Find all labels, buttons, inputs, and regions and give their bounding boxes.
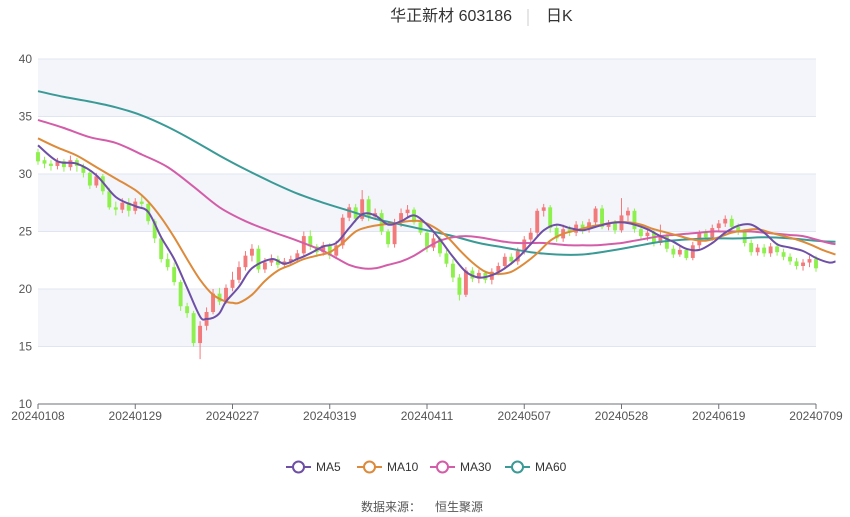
candle-body-up xyxy=(677,249,682,255)
x-axis: 20240108 20240129 20240227 20240319 20240411… xyxy=(11,403,843,423)
candle-body-down xyxy=(49,163,53,166)
candle-body-down xyxy=(36,152,40,162)
candle-body-down xyxy=(42,160,47,164)
candle-body-up xyxy=(768,246,773,254)
candle-body-up xyxy=(250,248,254,256)
x-tick-label: 20240319 xyxy=(303,409,357,423)
candle-body-down xyxy=(107,191,112,208)
candle-body-down xyxy=(639,229,643,237)
candle-body-down xyxy=(781,252,786,257)
legend-ma60-label: MA60 xyxy=(535,460,567,474)
legend-ma60-marker xyxy=(511,460,524,474)
legend-ma5-label: MA5 xyxy=(316,460,341,474)
candle-body-down xyxy=(762,247,767,254)
x-tick-label: 20240619 xyxy=(692,409,746,423)
source-label: 数据来源： xyxy=(361,499,421,514)
x-tick-label: 20240709 xyxy=(789,409,843,423)
candle-body-down xyxy=(191,313,196,344)
y-tick-label: 35 xyxy=(19,110,33,124)
candle-body-down xyxy=(386,231,391,245)
candle-body-up xyxy=(593,208,598,223)
candle-body-up xyxy=(528,232,533,240)
candle-body-up xyxy=(801,262,805,266)
candle-body-down xyxy=(814,259,818,269)
candle-body-down xyxy=(775,246,780,253)
source-value: 恒生聚源 xyxy=(435,500,483,514)
legend-ma30-marker xyxy=(436,460,449,474)
candle-body-down xyxy=(703,232,708,238)
y-tick-label: 20 xyxy=(19,282,33,296)
candle-body-up xyxy=(502,256,507,266)
y-axis: 10152025303540 xyxy=(19,52,33,411)
x-tick-label: 20240507 xyxy=(498,409,552,423)
candle-body-down xyxy=(509,256,514,262)
candle-body-down xyxy=(684,249,689,258)
candle-body-down xyxy=(418,222,423,233)
legend-ma30-label: MA30 xyxy=(460,460,492,474)
plot-background-bands xyxy=(38,59,816,347)
candle-body-up xyxy=(755,247,760,253)
chart-header: 华正新材 603186 日K xyxy=(390,7,573,26)
candle-body-up xyxy=(710,228,715,238)
candle-body-up xyxy=(243,255,248,268)
candle-body-up xyxy=(120,202,125,210)
y-tick-label: 15 xyxy=(19,340,33,354)
candle-body-down xyxy=(794,261,799,266)
y-tick-label: 40 xyxy=(19,52,33,66)
candle-body-up xyxy=(807,259,812,263)
candle-body-down xyxy=(113,207,118,210)
candle-body-down xyxy=(444,253,449,264)
chart-legend: MA5 MA10 MA30 MA60 xyxy=(286,460,567,474)
candle-body-down xyxy=(613,223,617,231)
legend-ma10-label: MA10 xyxy=(387,460,419,474)
candle-body-up xyxy=(392,222,397,245)
candle-body-up xyxy=(262,262,267,270)
candle-body-down xyxy=(671,248,676,255)
candle-body-down xyxy=(256,248,261,270)
x-tick-label: 20240129 xyxy=(109,409,163,423)
candle-body-down xyxy=(139,201,144,204)
candle-body-down xyxy=(185,306,190,314)
candle-body-up xyxy=(626,210,630,216)
candle-body-up xyxy=(237,267,241,280)
candle-body-down xyxy=(632,210,637,230)
candle-body-down xyxy=(788,256,793,262)
plot-band xyxy=(38,59,816,117)
y-tick-label: 25 xyxy=(19,225,33,239)
candle-body-up xyxy=(690,245,695,258)
candle-body-up xyxy=(716,223,721,229)
candle-body-down xyxy=(165,259,170,268)
candle-body-down xyxy=(87,172,92,186)
candle-body-up xyxy=(230,279,235,288)
candle-body-up xyxy=(645,232,650,237)
candle-body-down xyxy=(457,277,462,295)
candle-body-up xyxy=(198,325,203,344)
candle-body-down xyxy=(172,267,177,283)
candle-body-up xyxy=(463,270,468,295)
candle-body-up xyxy=(535,210,540,233)
x-tick-label: 20240411 xyxy=(401,409,454,423)
x-tick-label: 20240528 xyxy=(595,409,649,423)
x-tick-label: 20240227 xyxy=(206,409,260,423)
x-tick-label: 20240108 xyxy=(11,409,65,423)
candle-body-down xyxy=(749,243,754,253)
legend-ma5-marker xyxy=(292,460,305,474)
candle-body-down xyxy=(178,282,183,307)
candle-body-up xyxy=(541,207,546,211)
data-source: 数据来源： 恒生聚源 xyxy=(361,499,483,514)
candle-body-down xyxy=(450,263,455,278)
candle-body-up xyxy=(723,218,728,224)
period-tab-daily[interactable]: 日K xyxy=(546,8,573,25)
plot-band xyxy=(38,289,816,347)
legend-ma10-marker xyxy=(363,460,376,474)
y-tick-label: 30 xyxy=(19,167,33,181)
candle-body-down xyxy=(425,232,429,248)
candle-body-up xyxy=(405,209,410,214)
stock-title: 华正新材 603186 xyxy=(390,7,512,25)
kline-chart: 华正新材 603186 日K 10152025303540 20240108 20… xyxy=(11,7,843,514)
candle-body-up xyxy=(347,207,352,218)
candle-body-down xyxy=(729,218,734,227)
